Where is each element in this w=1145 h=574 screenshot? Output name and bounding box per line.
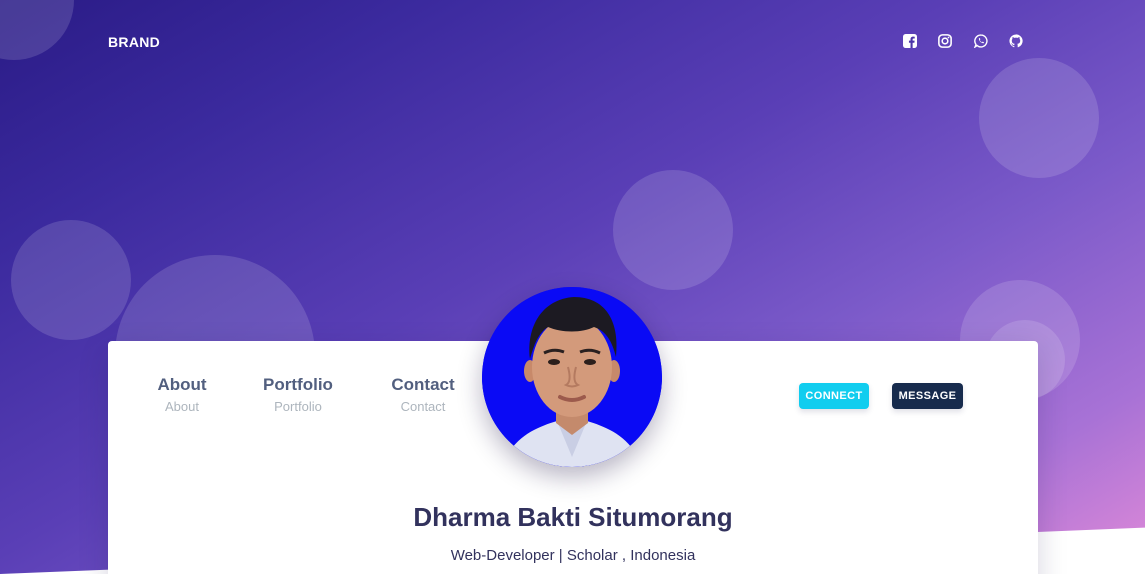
stat-contact[interactable]: Contact Contact: [384, 375, 462, 415]
brand-link[interactable]: BRAND: [108, 34, 160, 50]
message-button[interactable]: MESSAGE: [892, 383, 963, 409]
profile-name: Dharma Bakti Situmorang: [413, 502, 733, 532]
instagram-icon[interactable]: [937, 33, 953, 49]
stat-portfolio-subtitle: Portfolio: [274, 399, 322, 414]
stat-about-subtitle: About: [165, 399, 199, 414]
connect-button[interactable]: CONNECT: [799, 383, 869, 409]
navbar: BRAND: [0, 0, 1145, 80]
profile-subtitle: Web-Developer | Scholar , Indonesia: [450, 547, 696, 564]
decorative-circle: [11, 220, 131, 340]
page: BRAND About About Portfolio Portfolio Co…: [0, 0, 1145, 574]
whatsapp-icon[interactable]: [973, 33, 989, 49]
github-icon[interactable]: [1008, 33, 1024, 49]
stat-portfolio-title: Portfolio: [263, 375, 333, 394]
stat-about-title: About: [157, 375, 207, 394]
stat-portfolio[interactable]: Portfolio Portfolio: [254, 375, 342, 415]
decorative-circle: [613, 170, 733, 290]
stat-about[interactable]: About About: [146, 375, 218, 415]
avatar: [482, 287, 662, 467]
stat-contact-title: Contact: [391, 375, 455, 394]
profile-photo: [482, 287, 662, 467]
stat-contact-subtitle: Contact: [400, 399, 446, 414]
facebook-square-icon[interactable]: [902, 33, 918, 49]
